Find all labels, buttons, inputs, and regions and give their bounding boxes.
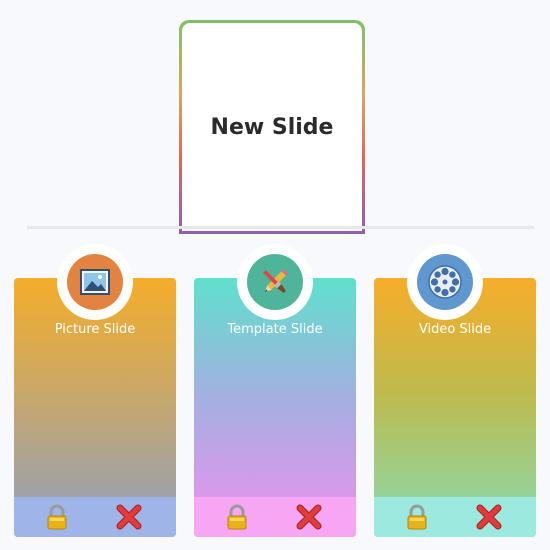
template-slide-badge[interactable]	[237, 244, 313, 320]
video-slide-badge[interactable]	[407, 244, 483, 320]
video-badge-circle	[417, 254, 473, 310]
lock-icon[interactable]	[404, 504, 430, 530]
picture-slide-label: Picture Slide	[54, 322, 136, 337]
picture-badge-circle	[67, 254, 123, 310]
video-slide-footer	[374, 497, 536, 537]
template-slide-label: Template Slide	[227, 322, 323, 337]
lock-icon[interactable]	[224, 504, 250, 530]
picture-slide-footer	[14, 497, 176, 537]
close-icon[interactable]	[296, 504, 322, 530]
brush-pencil-icon	[262, 269, 288, 293]
slide-picker: New Slide Picture Slide Template Slide V…	[0, 0, 550, 550]
new-slide-card[interactable]: New Slide	[179, 20, 365, 234]
divider	[27, 226, 534, 229]
close-icon[interactable]	[476, 504, 502, 530]
lock-icon[interactable]	[44, 504, 70, 530]
template-badge-circle	[247, 254, 303, 310]
picture-slide-badge[interactable]	[57, 244, 133, 320]
picture-icon	[80, 269, 110, 295]
template-slide-footer	[194, 497, 356, 537]
new-slide-title: New Slide	[210, 114, 334, 140]
new-slide-card-body[interactable]: New Slide	[182, 23, 362, 231]
close-icon[interactable]	[116, 504, 142, 530]
video-slide-label: Video Slide	[418, 322, 492, 337]
film-reel-icon	[428, 265, 462, 299]
